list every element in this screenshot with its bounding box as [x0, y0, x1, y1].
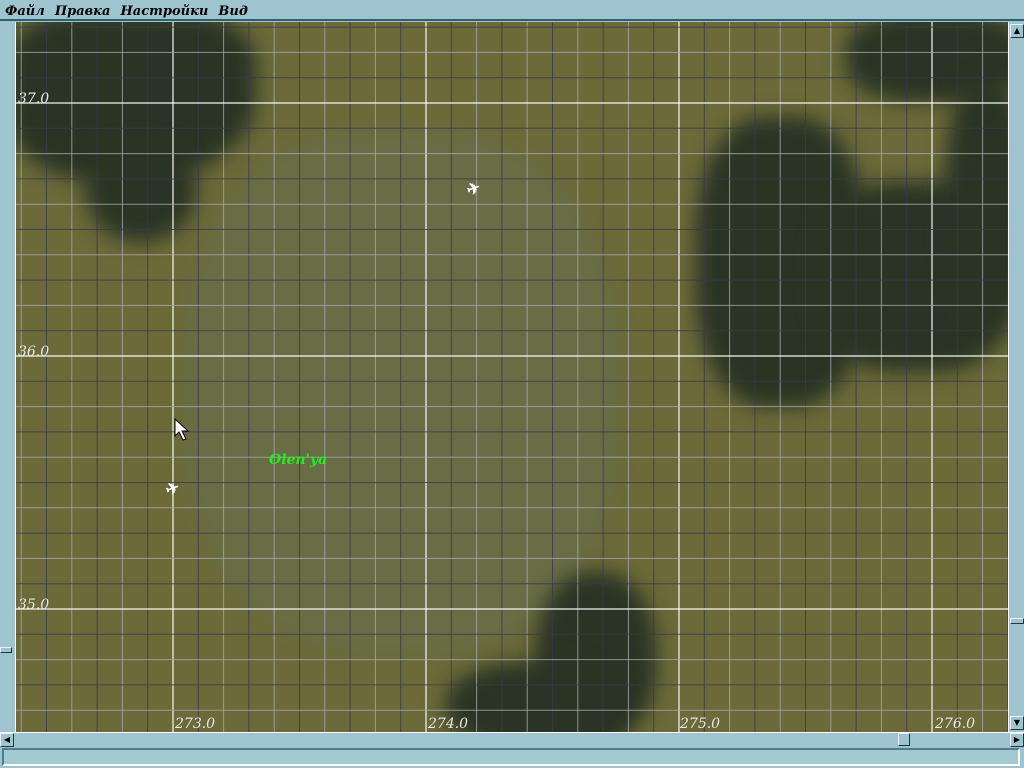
left-scroll-thumb[interactable] — [0, 647, 12, 653]
scroll-left-button[interactable]: ◀ — [0, 733, 14, 747]
latitude-label: 37.0 — [18, 91, 50, 107]
left-scroll-track[interactable] — [0, 22, 16, 732]
menu-settings[interactable]: Настройки — [115, 1, 208, 20]
latitude-label: 35.0 — [18, 597, 50, 613]
horizontal-scrollbar[interactable]: ◀ ▶ — [0, 732, 1024, 747]
status-bar — [2, 748, 1020, 766]
longitude-label: 275.0 — [680, 716, 721, 732]
menu-edit[interactable]: Правка — [50, 1, 111, 20]
menu-file[interactable]: Файл — [0, 1, 45, 20]
cursor-icon — [174, 418, 190, 441]
scroll-right-button[interactable]: ▶ — [1010, 733, 1024, 747]
map-grid — [16, 22, 1008, 732]
longitude-label: 274.0 — [428, 716, 469, 732]
horizontal-scroll-thumb[interactable] — [898, 733, 910, 746]
scroll-down-button[interactable]: ▼ — [1010, 716, 1024, 730]
town-label: Olen'ya — [269, 452, 328, 468]
longitude-label: 276.0 — [935, 716, 976, 732]
longitude-label: 273.0 — [175, 716, 216, 732]
menu-view[interactable]: Вид — [213, 1, 247, 20]
latitude-label: 36.0 — [18, 344, 50, 360]
vertical-scroll-thumb[interactable] — [1010, 618, 1024, 624]
map-canvas[interactable]: 37.0 36.0 35.0 273.0 274.0 275.0 276.0 O… — [16, 22, 1008, 732]
scroll-up-button[interactable]: ▲ — [1010, 24, 1024, 38]
vertical-scrollbar[interactable]: ▲ ▼ — [1008, 22, 1024, 732]
menu-bar: Файл Правка Настройки Вид — [0, 0, 1024, 21]
